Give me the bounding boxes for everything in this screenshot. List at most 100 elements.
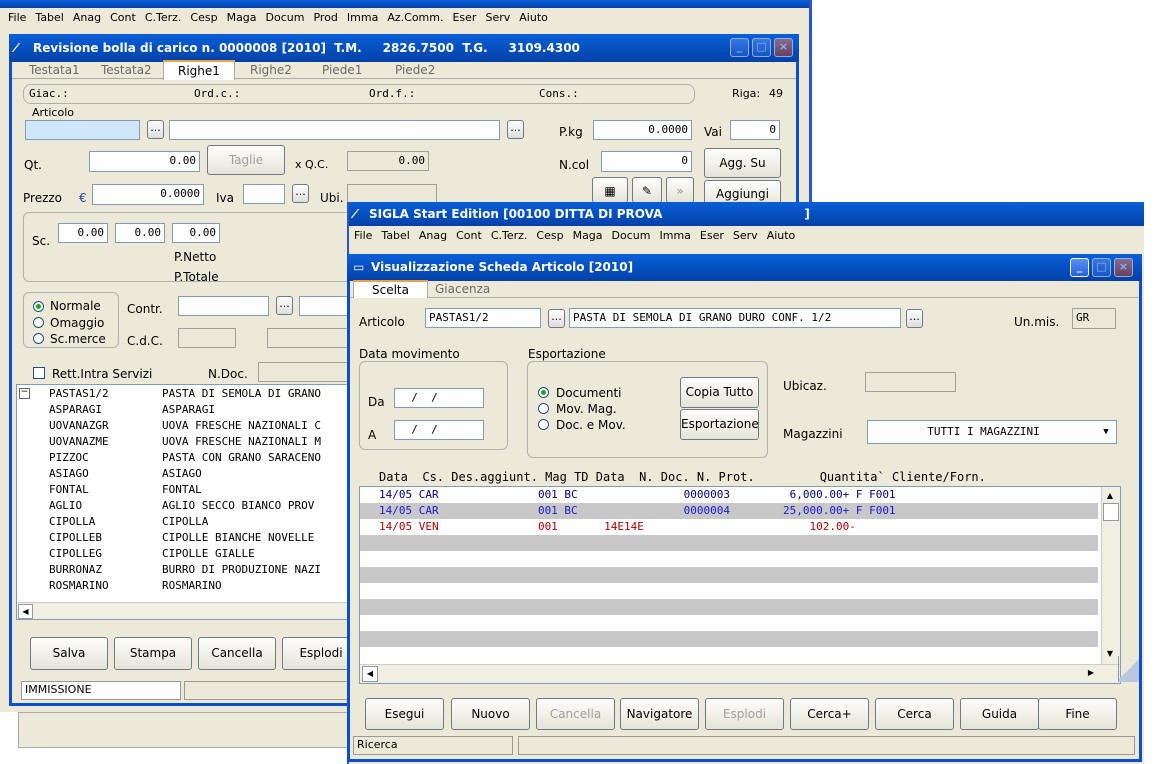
scheda-cancella-button[interactable]: Cancella bbox=[536, 698, 615, 730]
sc2-field[interactable]: 0.00 bbox=[115, 223, 165, 243]
scroll-thumb[interactable] bbox=[1103, 503, 1119, 521]
table-row[interactable] bbox=[360, 647, 1098, 663]
minimize-button[interactable]: _ bbox=[730, 38, 749, 57]
back-menu-imma[interactable]: Imma bbox=[347, 11, 378, 24]
tab-giacenza[interactable]: Giacenza bbox=[435, 282, 490, 296]
table-row[interactable] bbox=[360, 567, 1098, 583]
front-menu-file[interactable]: File bbox=[354, 229, 372, 242]
list-item[interactable]: UOVANAZGR UOVA FRESCHE NAZIONALI C bbox=[17, 418, 361, 434]
back-menu-cesp[interactable]: Cesp bbox=[190, 11, 217, 24]
grid-vscroll[interactable]: ▲ ▼ bbox=[1101, 487, 1120, 665]
prezzo-field[interactable]: 0.0000 bbox=[92, 184, 204, 205]
esportazione-button[interactable]: Esportazione bbox=[680, 409, 759, 440]
list-item[interactable]: CIPOLLEG CIPOLLE GIALLE bbox=[17, 546, 361, 562]
table-row[interactable] bbox=[360, 599, 1098, 615]
table-row[interactable] bbox=[360, 551, 1098, 567]
fine-button[interactable]: Fine bbox=[1038, 698, 1117, 730]
scheda-minimize-button[interactable]: _ bbox=[1070, 258, 1089, 277]
close-button[interactable]: × bbox=[774, 38, 793, 57]
back-menu-docum[interactable]: Docum bbox=[266, 11, 305, 24]
sc3-field[interactable]: 0.00 bbox=[172, 223, 220, 243]
scheda-desc-lookup-button[interactable]: ... bbox=[906, 309, 923, 328]
da-date-field[interactable]: / / bbox=[394, 388, 484, 408]
back-menu-tabel[interactable]: Tabel bbox=[35, 11, 63, 24]
articolo-desc-lookup-button[interactable]: ... bbox=[507, 120, 524, 139]
radio-scmerce[interactable] bbox=[33, 333, 44, 344]
articolo-lookup-button[interactable]: ... bbox=[147, 120, 164, 139]
copia-tutto-button[interactable]: Copia Tutto bbox=[680, 377, 759, 408]
radio-documenti[interactable] bbox=[538, 387, 549, 398]
navigatore-button[interactable]: Navigatore bbox=[620, 698, 699, 730]
back-menu-az-comm[interactable]: Az.Comm. bbox=[387, 11, 443, 24]
front-menu-eser[interactable]: Eser bbox=[700, 229, 724, 242]
list-item[interactable]: UOVANAZME UOVA FRESCHE NAZIONALI M bbox=[17, 434, 361, 450]
hscroll-left-icon[interactable]: ◀ bbox=[362, 666, 378, 682]
back-menu-cont[interactable]: Cont bbox=[110, 11, 136, 24]
tool-button-grid[interactable]: ▦ bbox=[592, 177, 628, 203]
articolo-desc-field[interactable] bbox=[169, 120, 500, 140]
cerca-button[interactable]: Cerca bbox=[875, 698, 954, 730]
table-row[interactable]: 14/05 VEN 001 14E14E 102.00- bbox=[360, 519, 1098, 535]
table-row[interactable]: 14/05 CAR 001 BC 0000004 25,000.00+ F F0… bbox=[360, 503, 1098, 519]
a-date-field[interactable]: / / bbox=[394, 420, 484, 440]
list-item[interactable]: PASTAS1/2 PASTA DI SEMOLA DI GRANO bbox=[17, 386, 361, 402]
rett-intra-checkbox[interactable] bbox=[33, 367, 45, 379]
hscroll-right-icon[interactable]: ▶ bbox=[1084, 666, 1098, 680]
scroll-up-icon[interactable]: ▲ bbox=[1103, 489, 1117, 503]
scheda-maximize-button[interactable]: □ bbox=[1092, 258, 1111, 277]
radio-normale[interactable] bbox=[33, 301, 44, 312]
tool-button-arrows[interactable]: » bbox=[666, 177, 694, 203]
tab-testata2[interactable]: Testata2 bbox=[101, 63, 152, 77]
table-row[interactable] bbox=[360, 615, 1098, 631]
movements-grid[interactable]: 14/05 CAR 001 BC 0000003 6,000.00+ F F00… bbox=[359, 486, 1121, 684]
radio-doc-mov[interactable] bbox=[538, 419, 549, 430]
back-menu-anag[interactable]: Anag bbox=[73, 11, 101, 24]
scheda-close-button[interactable]: × bbox=[1114, 258, 1133, 277]
contr-lookup-button[interactable]: ... bbox=[276, 296, 293, 315]
back-menu-prod[interactable]: Prod bbox=[313, 11, 337, 24]
back-menu-aiuto[interactable]: Aiuto bbox=[519, 11, 548, 24]
sc1-field[interactable]: 0.00 bbox=[58, 223, 108, 243]
items-tree[interactable]: − PASTAS1/2 PASTA DI SEMOLA DI GRANO ASPAR… bbox=[16, 384, 362, 620]
front-menu-maga[interactable]: Maga bbox=[573, 229, 603, 242]
list-item[interactable]: CIPOLLA CIPOLLA bbox=[17, 514, 361, 530]
ncol-field[interactable]: 0 bbox=[601, 151, 692, 172]
cancella-button[interactable]: Cancella bbox=[198, 637, 276, 670]
cerca-plus-button[interactable]: Cerca+ bbox=[790, 698, 869, 730]
tab-righe1[interactable]: Righe1 bbox=[163, 60, 235, 80]
salva-button[interactable]: Salva bbox=[30, 637, 108, 670]
iva-field[interactable] bbox=[243, 184, 285, 204]
back-menu-serv[interactable]: Serv bbox=[485, 11, 510, 24]
qt-field[interactable]: 0.00 bbox=[89, 151, 200, 172]
back-menu-eser[interactable]: Eser bbox=[452, 11, 476, 24]
magazzini-select[interactable]: TUTTI I MAGAZZINI ▼ bbox=[867, 420, 1117, 444]
scroll-left-icon[interactable]: ◀ bbox=[18, 604, 33, 619]
table-row[interactable] bbox=[360, 631, 1098, 647]
scheda-articolo-desc[interactable]: PASTA DI SEMOLA DI GRANO DURO CONF. 1/2 bbox=[569, 308, 901, 328]
taglie-button[interactable]: Taglie bbox=[207, 145, 285, 175]
table-row[interactable] bbox=[360, 583, 1098, 599]
list-item[interactable]: BURRONAZ BURRO DI PRODUZIONE NAZI bbox=[17, 562, 361, 578]
dropdown-arrow-icon[interactable]: ▼ bbox=[1098, 423, 1114, 441]
tab-piede2[interactable]: Piede2 bbox=[395, 63, 435, 77]
front-menu-docum[interactable]: Docum bbox=[612, 229, 651, 242]
pkg-field[interactable]: 0.0000 bbox=[593, 120, 692, 140]
grid-hscroll[interactable]: ◀ ▶ bbox=[360, 664, 1120, 683]
stampa-button[interactable]: Stampa bbox=[114, 637, 192, 670]
nuovo-button[interactable]: Nuovo bbox=[451, 698, 530, 730]
contr-field[interactable] bbox=[178, 296, 269, 316]
front-menu-c-terz[interactable]: C.Terz. bbox=[491, 229, 528, 242]
front-menu-aiuto[interactable]: Aiuto bbox=[767, 229, 796, 242]
tab-piede1[interactable]: Piede1 bbox=[322, 63, 362, 77]
list-item[interactable]: AGLIO AGLIO SECCO BIANCO PROV bbox=[17, 498, 361, 514]
tab-righe2[interactable]: Righe2 bbox=[250, 63, 292, 77]
back-menu-file[interactable]: File bbox=[8, 11, 26, 24]
back-menu-c-terz[interactable]: C.Terz. bbox=[145, 11, 182, 24]
items-hscroll[interactable]: ◀ bbox=[17, 602, 361, 619]
list-item[interactable]: FONTAL FONTAL bbox=[17, 482, 361, 498]
table-row[interactable]: 14/05 CAR 001 BC 0000003 6,000.00+ F F00… bbox=[360, 487, 1098, 503]
list-item[interactable]: CIPOLLEB CIPOLLE BIANCHE NOVELLE bbox=[17, 530, 361, 546]
resize-grip-icon[interactable] bbox=[1118, 656, 1139, 682]
front-menu-serv[interactable]: Serv bbox=[733, 229, 758, 242]
agg-su-button[interactable]: Agg. Su bbox=[704, 148, 781, 178]
